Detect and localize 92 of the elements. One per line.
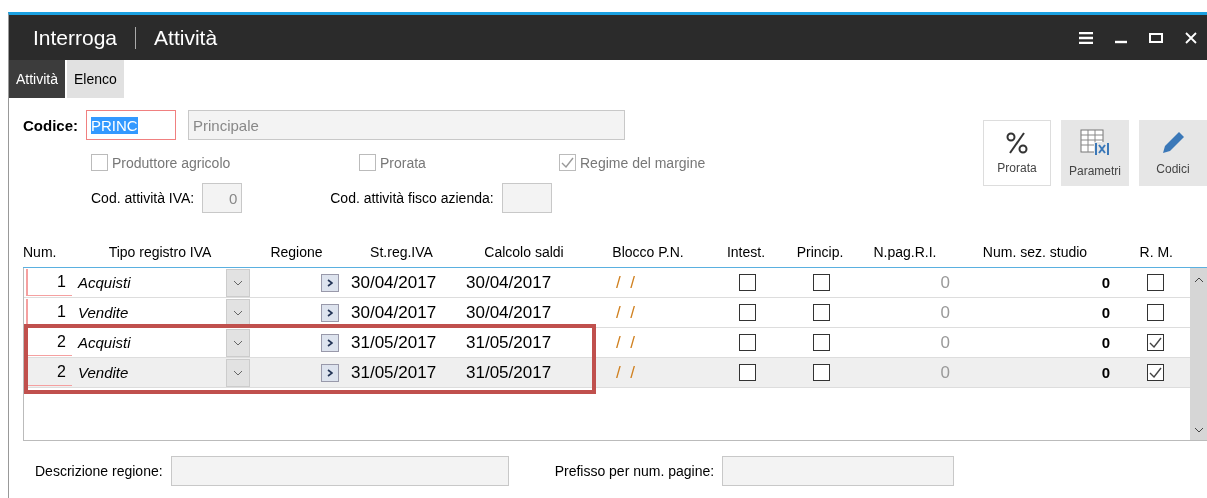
checkbox[interactable] <box>738 334 756 351</box>
chevron-down-icon <box>233 279 243 286</box>
chevron-right-icon <box>327 338 333 347</box>
column-header: Princip. <box>795 244 845 260</box>
table-cell-text: / / <box>615 272 636 293</box>
toolbar-button[interactable]: Prorata <box>983 120 1051 186</box>
maximize-icon[interactable] <box>1149 32 1163 43</box>
table-cell-text: 0 <box>939 302 951 323</box>
table-cell-text: 31/05/2017 <box>350 332 438 353</box>
table-cell-text: 31/05/2017 <box>465 362 553 383</box>
option-label: Produttore agricolo <box>112 154 231 171</box>
checkbox[interactable] <box>738 304 756 321</box>
column-header: N.pag.R.I. <box>872 244 938 260</box>
table-cell: 2 <box>26 359 72 386</box>
scrollbar[interactable] <box>1190 268 1207 440</box>
input-field[interactable] <box>170 456 509 486</box>
table-cell-text: 0 <box>939 362 951 383</box>
column-header: Calcolo saldi <box>483 244 565 260</box>
close-icon[interactable] <box>1185 31 1197 44</box>
checkbox[interactable] <box>812 334 830 351</box>
dropdown-button[interactable] <box>226 298 250 327</box>
table-cell-text: / / <box>615 302 636 323</box>
table-cell: Acquisti <box>78 334 131 351</box>
lookup-button[interactable] <box>321 303 339 322</box>
lookup-button[interactable] <box>321 363 339 382</box>
window-title: Interroga <box>33 25 118 50</box>
option-label: Prorata <box>380 154 426 171</box>
table-cell-text: / / <box>615 332 636 353</box>
table-cell-text: 30/04/2017 <box>350 302 438 323</box>
table-cell: Vendite <box>78 364 129 381</box>
pencil-icon <box>1160 130 1186 156</box>
table-cell-text: 0 <box>939 272 951 293</box>
field-label: Prefisso per num. pagine: <box>554 463 715 479</box>
chevron-right-icon <box>327 278 333 287</box>
column-header: Intest. <box>725 244 767 260</box>
lookup-button[interactable] <box>321 333 339 352</box>
table-cell-text: 30/04/2017 <box>465 272 553 293</box>
chevron-down-icon <box>233 339 243 346</box>
checkbox[interactable] <box>1147 304 1164 321</box>
checkbox[interactable] <box>1147 334 1164 351</box>
menu-icon[interactable] <box>1079 31 1093 44</box>
table-cell-text: 0 <box>939 332 951 353</box>
percent-icon <box>1006 131 1028 155</box>
checkbox[interactable] <box>738 364 756 381</box>
spreadsheet-icon <box>1079 128 1111 158</box>
table-cell-text: 0 <box>1100 364 1111 381</box>
chevron-up-icon <box>1193 276 1204 284</box>
column-header: Regione <box>269 244 324 260</box>
input-field[interactable] <box>722 456 955 486</box>
table-cell-text: 31/05/2017 <box>350 362 438 383</box>
table-cell-text: 0 <box>1100 274 1111 291</box>
chevron-down-icon <box>233 369 243 376</box>
checkbox[interactable] <box>812 304 830 321</box>
table-cell-text: 0 <box>1100 304 1111 321</box>
window-title: Attività <box>154 25 218 50</box>
column-header: Blocco P.N. <box>611 244 685 260</box>
table-cell-text: 30/04/2017 <box>465 302 553 323</box>
column-header: Num. <box>23 244 58 260</box>
checkbox[interactable] <box>738 274 756 291</box>
description-field: Principale <box>188 110 625 140</box>
tab[interactable]: Elenco <box>67 60 124 98</box>
codice-label: Codice: <box>23 116 78 134</box>
table-cell: 1 <box>26 299 72 326</box>
chevron-down-icon <box>1193 426 1204 434</box>
chevron-right-icon <box>327 308 333 317</box>
table-cell: Vendite <box>78 304 129 321</box>
checkbox[interactable] <box>1147 274 1164 291</box>
table-cell-text: 30/04/2017 <box>350 272 438 293</box>
column-header: Num. sez. studio <box>981 244 1089 260</box>
checkbox[interactable] <box>812 274 830 291</box>
input-field[interactable] <box>501 183 552 213</box>
toolbar-button[interactable]: Parametri <box>1061 120 1129 186</box>
field-label: Cod. attività fisco azienda: <box>330 190 494 206</box>
table-cell-text: 0 <box>1100 334 1111 351</box>
option-label: Regime del margine <box>580 154 706 171</box>
checkbox[interactable] <box>1147 364 1164 381</box>
lookup-button[interactable] <box>321 273 339 292</box>
table-cell-text: / / <box>615 362 636 383</box>
toolbar-button[interactable]: Codici <box>1139 120 1207 186</box>
chevron-down-icon <box>233 309 243 316</box>
table-cell: Acquisti <box>78 274 131 291</box>
table-cell: 2 <box>26 329 72 356</box>
tab[interactable]: Attività <box>9 60 65 98</box>
column-header: R. M. <box>1138 244 1173 260</box>
field-label: Descrizione regione: <box>35 463 163 479</box>
field-label: Cod. attività IVA: <box>91 190 195 206</box>
table-cell-text: 31/05/2017 <box>465 332 553 353</box>
column-header: Tipo registro IVA <box>107 244 213 260</box>
checkbox[interactable] <box>812 364 830 381</box>
table-cell: 1 <box>26 269 72 296</box>
chevron-right-icon <box>327 368 333 377</box>
column-header: St.reg.IVA <box>369 244 434 260</box>
